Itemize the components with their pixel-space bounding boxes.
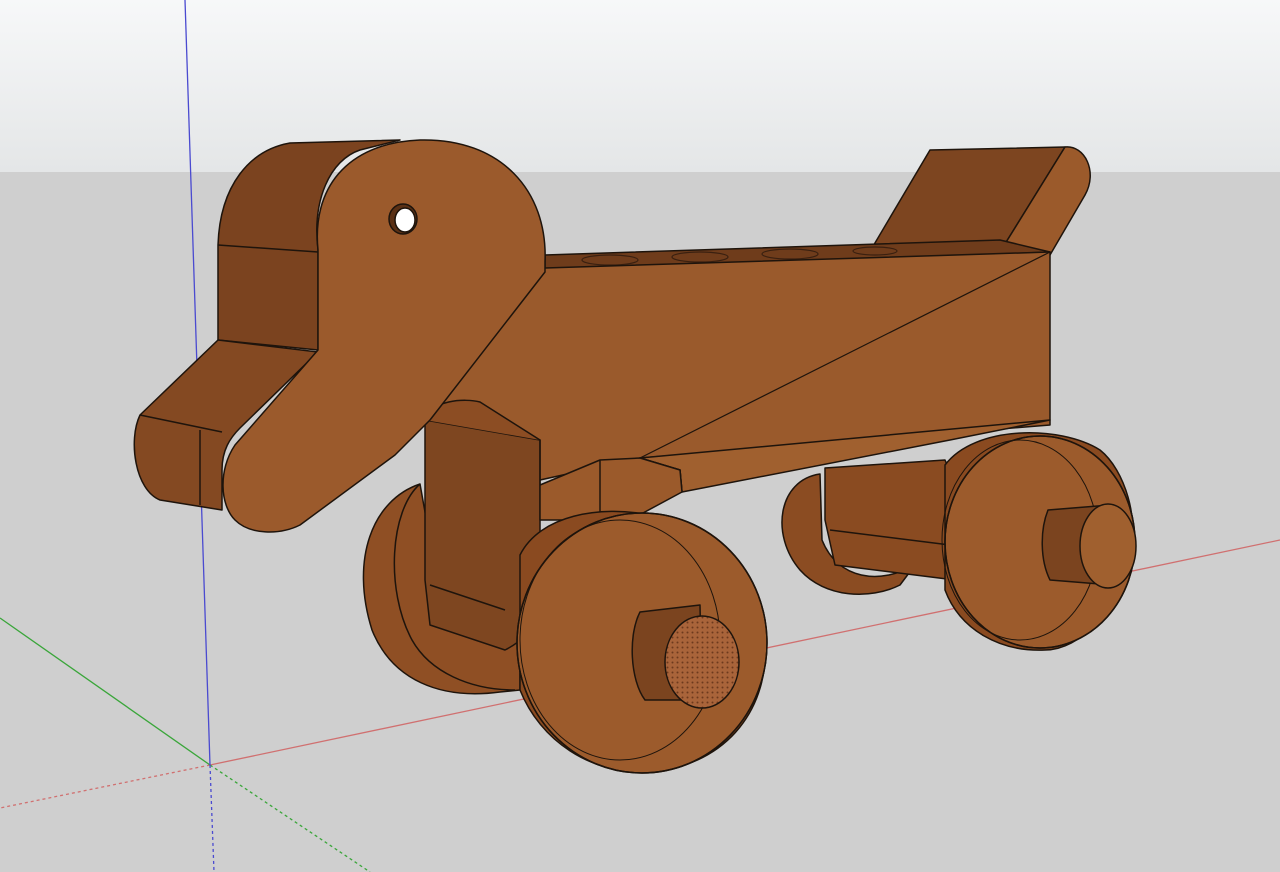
model-viewport[interactable]	[0, 0, 1280, 872]
sky	[0, 0, 1280, 172]
front-near-wheel[interactable]	[516, 510, 768, 774]
rear-axle-block	[824, 459, 961, 581]
eye-hole	[388, 203, 418, 235]
rear-near-wheel[interactable]	[941, 432, 1137, 651]
scene-canvas[interactable]	[0, 0, 1280, 872]
axle-end-cap	[664, 615, 740, 709]
